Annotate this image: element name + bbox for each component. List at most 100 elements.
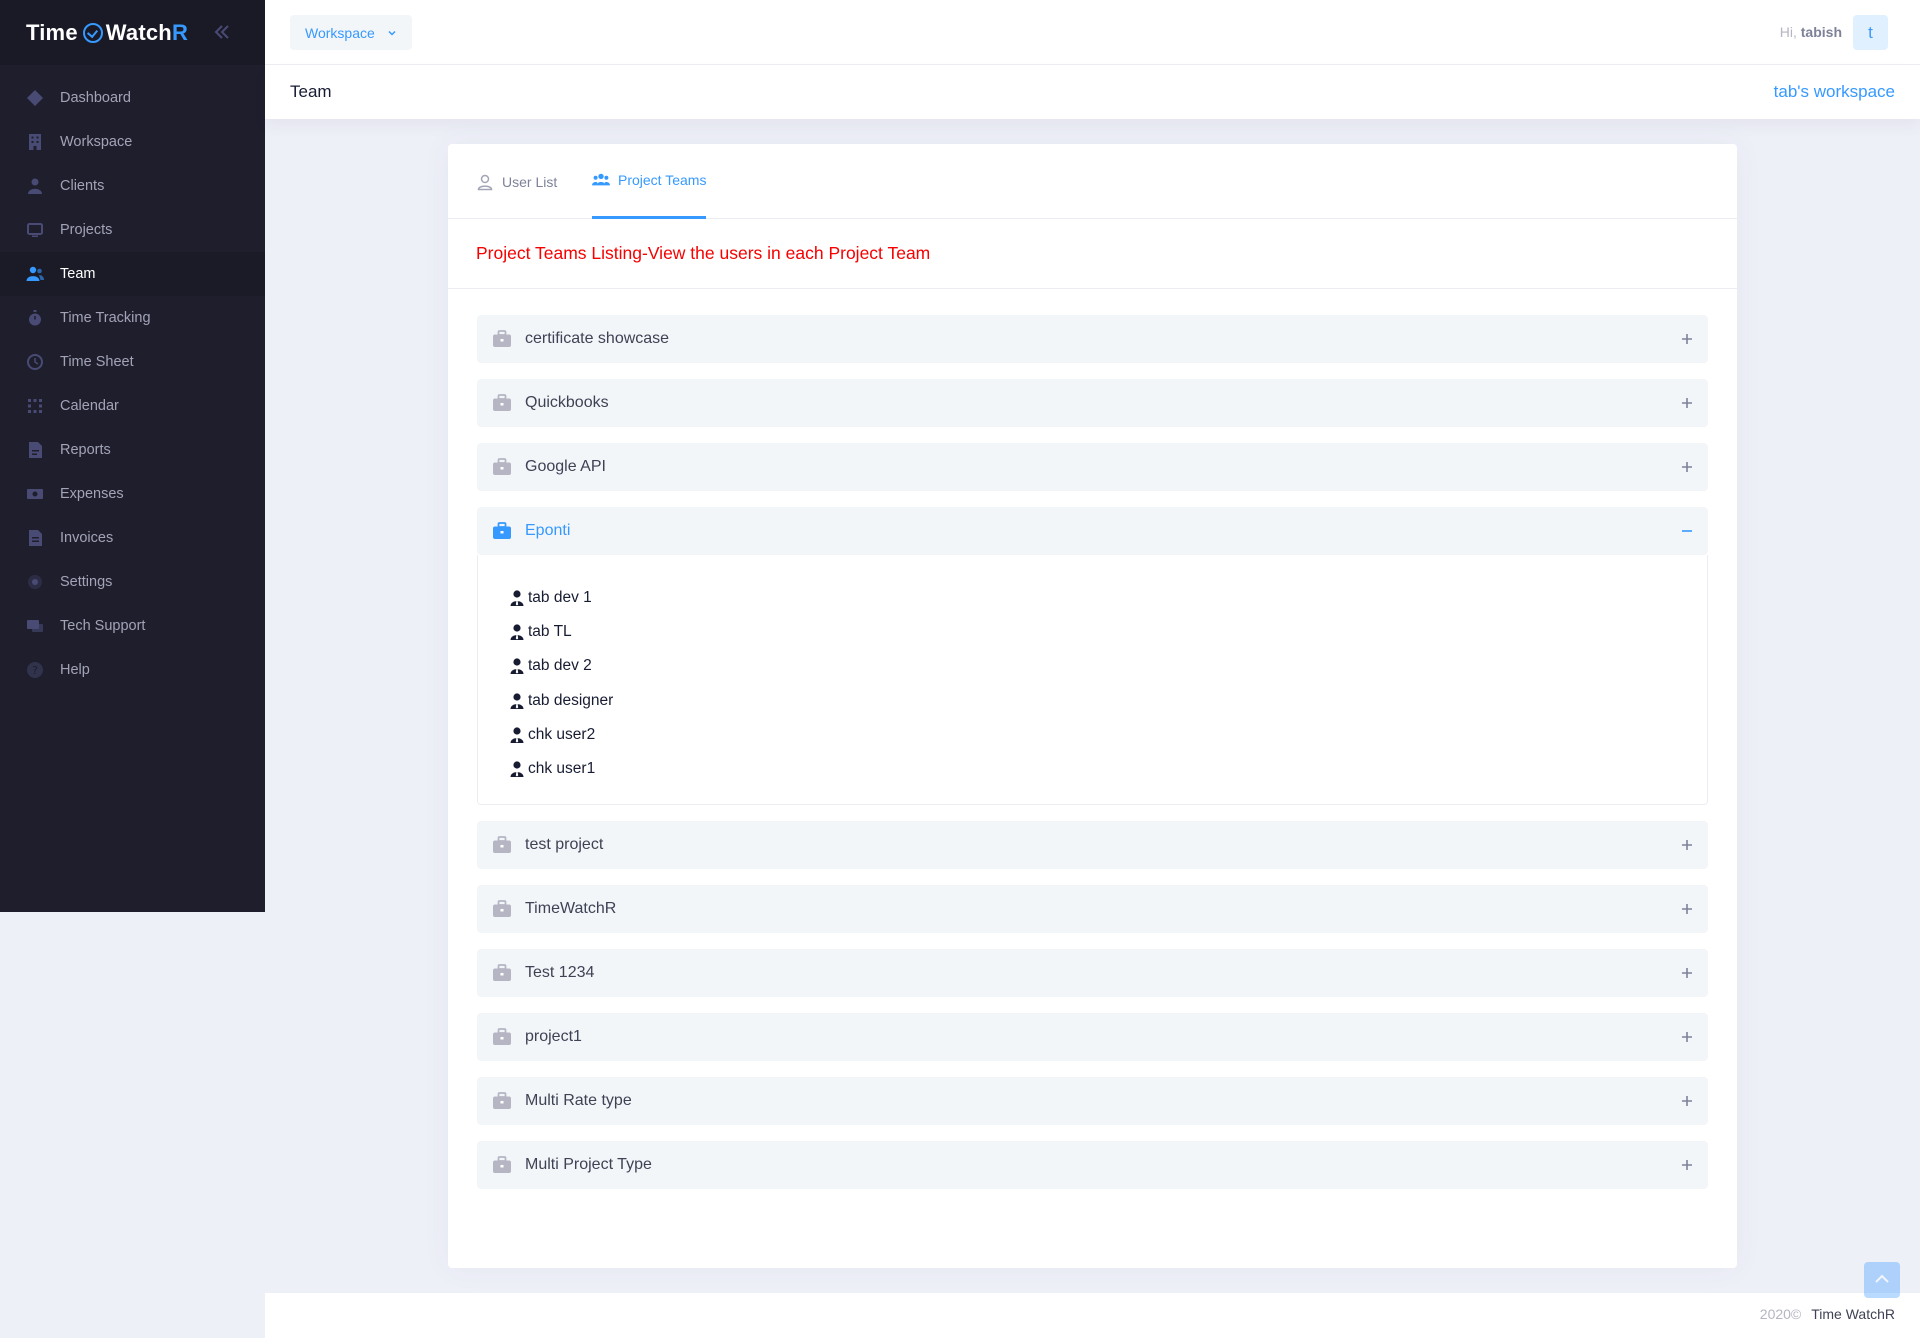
tab-user-list[interactable]: User List <box>476 144 557 219</box>
project-team-item: Quickbooks <box>477 379 1708 427</box>
project-team-item: TimeWatchR <box>477 885 1708 934</box>
sidebar-item-tech-support[interactable]: Tech Support <box>0 604 265 648</box>
user-tie-icon <box>510 693 524 709</box>
sidebar-item-settings[interactable]: Settings <box>0 560 265 604</box>
plus-icon <box>1682 1032 1692 1043</box>
stopwatch-icon <box>24 307 46 329</box>
sidebar-item-calendar[interactable]: Calendar <box>0 384 265 428</box>
tab-bar: User List Project Teams <box>448 144 1737 219</box>
project-team-header[interactable]: Quickbooks <box>477 379 1708 427</box>
sidebar-item-dashboard[interactable]: Dashboard <box>0 76 265 120</box>
brand-text-watch: Watch <box>105 19 172 45</box>
briefcase-icon <box>493 964 511 982</box>
sidebar-item-label: Time Sheet <box>60 354 134 370</box>
sidebar-item-label: Workspace <box>60 134 133 150</box>
project-name: certificate showcase <box>525 330 670 347</box>
user-tie-icon <box>510 590 524 607</box>
listing-title: Project Teams Listing-View the users in … <box>476 243 931 263</box>
project-team-item: Google API <box>477 443 1708 491</box>
avatar[interactable]: t <box>1853 15 1888 50</box>
sidebar-menu: Dashboard Workspace Clients Projects Team Tim… <box>0 65 265 692</box>
plus-icon <box>1682 398 1692 408</box>
minus-icon <box>1682 530 1692 532</box>
project-name: project1 <box>525 1028 582 1046</box>
invoice-icon <box>24 527 46 549</box>
chevron-down-icon <box>388 30 396 36</box>
project-name: Test 1234 <box>525 964 595 982</box>
clock-check-icon <box>82 22 103 43</box>
tab-project-teams[interactable]: Project Teams <box>592 144 707 219</box>
listing-header: Project Teams Listing-View the users in … <box>448 219 1737 289</box>
project-name: Multi Project Type <box>525 1156 652 1174</box>
briefcase-icon <box>493 1028 511 1046</box>
sidebar-item-label: Clients <box>60 178 105 194</box>
project-team-header[interactable]: Google API <box>477 443 1708 491</box>
project-team-header[interactable]: test project <box>477 821 1708 870</box>
sidebar-item-label: Time Tracking <box>60 310 151 326</box>
arrow-up-icon <box>1875 1274 1889 1283</box>
project-name: TimeWatchR <box>525 900 617 918</box>
briefcase-icon <box>493 522 511 539</box>
sidebar-item-clients[interactable]: Clients <box>0 164 265 208</box>
building-icon <box>24 131 46 153</box>
workspace-button-label: Workspace <box>305 24 375 41</box>
project-team-header[interactable]: project1 <box>477 1013 1708 1062</box>
briefcase-icon <box>493 1156 511 1174</box>
project-team-item: test project <box>477 821 1708 870</box>
sidebar-item-invoices[interactable]: Invoices <box>0 516 265 560</box>
sidebar-item-time-sheet[interactable]: Time Sheet <box>0 340 265 384</box>
scroll-top-button[interactable] <box>1864 1262 1900 1298</box>
sidebar-item-label: Calendar <box>60 398 119 414</box>
sidebar-item-help[interactable]: ? Help <box>0 648 265 692</box>
sidebar-item-team[interactable]: Team <box>0 252 265 296</box>
report-icon <box>24 439 46 461</box>
user-tie-icon <box>510 761 524 778</box>
plus-icon <box>1682 968 1692 979</box>
project-team-item: Test 1234 <box>477 949 1708 998</box>
briefcase-icon <box>493 900 511 918</box>
sidebar-item-workspace[interactable]: Workspace <box>0 120 265 164</box>
plus-icon <box>1682 462 1692 472</box>
footer-brand-link[interactable]: Time WatchR <box>1811 1306 1895 1322</box>
user-tie-icon <box>510 658 524 675</box>
project-team-header[interactable]: TimeWatchR <box>477 885 1708 934</box>
footer-year: 2020© <box>1759 1306 1802 1322</box>
sidebar-item-label: Team <box>60 266 96 282</box>
money-icon <box>24 483 46 505</box>
page-title: Team <box>290 82 332 101</box>
brand-text-r: R <box>171 19 189 45</box>
sidebar-item-label: Tech Support <box>60 618 146 634</box>
workspace-name: tab's workspace <box>1773 82 1895 101</box>
project-team-header[interactable]: Test 1234 <box>477 949 1708 998</box>
project-team-header[interactable]: Multi Rate type <box>477 1077 1708 1126</box>
sidebar-item-time-tracking[interactable]: Time Tracking <box>0 296 265 340</box>
project-team-header[interactable]: Eponti <box>477 507 1708 555</box>
sidebar-item-label: Reports <box>60 442 111 458</box>
monitor-icon <box>24 219 46 241</box>
sidebar-item-expenses[interactable]: Expenses <box>0 472 265 516</box>
user-icon <box>24 175 46 197</box>
double-chevron-left-icon[interactable] <box>212 22 232 42</box>
tab-label: User List <box>502 173 558 190</box>
project-name: Quickbooks <box>525 394 609 411</box>
project-team-item: Multi Project Type <box>477 1141 1708 1190</box>
users-icon <box>592 173 610 186</box>
briefcase-icon <box>493 330 511 347</box>
greeting-text: Hi, <box>1779 24 1797 40</box>
sidebar-item-projects[interactable]: Projects <box>0 208 265 252</box>
project-name: test project <box>525 836 604 854</box>
project-team-item: certificate showcase <box>477 315 1708 363</box>
calendar-icon <box>24 395 46 417</box>
project-team-members: tab dev 1 tab TL tab dev 2 tab designer chk … <box>477 555 1708 806</box>
project-accordion: certificate showcase Quickbooks Google API… <box>448 289 1737 1190</box>
member-name: chk user1 <box>528 760 596 778</box>
project-name: Multi Rate type <box>525 1092 632 1110</box>
workspace-dropdown-button[interactable]: Workspace <box>290 15 412 50</box>
sidebar-item-reports[interactable]: Reports <box>0 428 265 472</box>
tab-label: Project Teams <box>618 172 707 188</box>
footer: 2020© Time WatchR <box>265 1293 1920 1338</box>
brand-logo[interactable]: Time Watch R <box>26 20 188 46</box>
project-team-header[interactable]: Multi Project Type <box>477 1141 1708 1190</box>
project-team-header[interactable]: certificate showcase <box>477 315 1708 363</box>
user-greeting[interactable]: Hi, tabish <box>1780 24 1842 40</box>
